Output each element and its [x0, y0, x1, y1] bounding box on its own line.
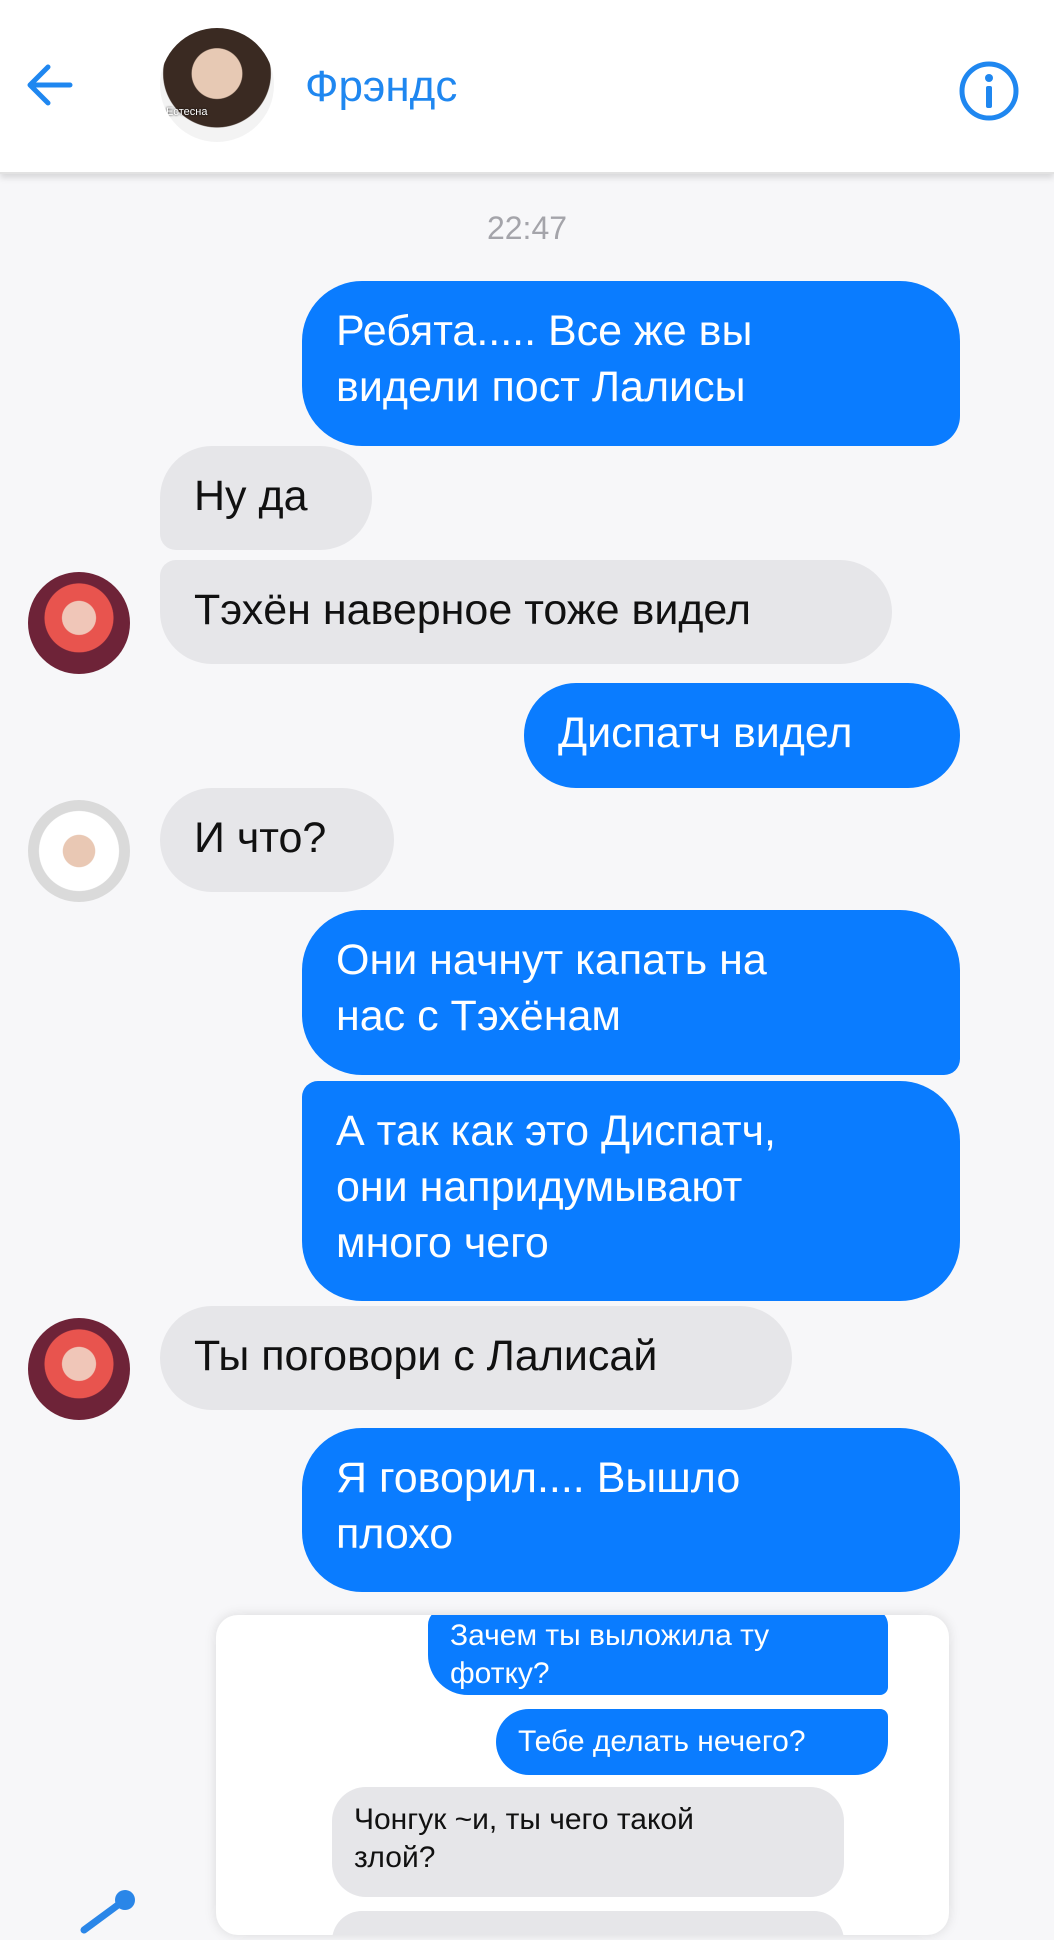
message-bubble-outgoing[interactable]: Диспатч видел [524, 683, 960, 788]
message-line: видели пост Лалисы [336, 363, 746, 411]
message-line: Тэхён наверное тоже видел [194, 586, 752, 634]
message-line: много чего [336, 1219, 549, 1267]
message-bubble-outgoing[interactable]: Я говорил.... Вышло плохо [302, 1428, 960, 1592]
embedded-message-line: злой? [354, 1841, 436, 1874]
embedded-message-line: Зачем ты выложила ту [450, 1619, 770, 1652]
message-line: Диспатч видел [558, 709, 853, 757]
message-line: И что? [194, 814, 327, 862]
embedded-message-line: Тебе делать нечего? [518, 1725, 806, 1758]
embedded-message-line: фотку? [450, 1657, 550, 1690]
embedded-screenshot-image[interactable]: Зачем ты выложила ту фотку? Тебе делать … [216, 1615, 949, 1935]
message-line: они напридумывают [336, 1163, 743, 1211]
chat-header: Естесна Фрэндс [0, 0, 1054, 174]
sender-avatar[interactable] [28, 572, 130, 674]
message-line: нас с Тэхёнам [336, 992, 621, 1040]
share-icon[interactable] [70, 1880, 150, 1940]
sender-avatar[interactable] [28, 1318, 130, 1420]
back-arrow-icon[interactable] [20, 55, 80, 115]
message-line: плохо [336, 1510, 454, 1558]
group-avatar[interactable]: Естесна [160, 28, 274, 142]
message-bubble-incoming[interactable]: Ты поговори с Лалисай [160, 1306, 792, 1410]
message-line: Ребята..... Все же вы [336, 307, 753, 355]
embedded-message-incoming: Чонгук ~и, ты чего такой злой? [332, 1787, 844, 1897]
embedded-message-outgoing: Зачем ты выложила ту фотку? [428, 1615, 888, 1695]
embedded-message-incoming-partial [332, 1911, 844, 1935]
message-bubble-outgoing[interactable]: А так как это Диспатч, они напридумывают… [302, 1081, 960, 1301]
message-line: Ну да [194, 472, 308, 520]
message-line: Они начнут капать на [336, 936, 767, 984]
message-timestamp: 22:47 [486, 210, 568, 246]
message-bubble-outgoing[interactable]: Они начнут капать на нас с Тэхёнам [302, 910, 960, 1075]
embedded-message-outgoing: Тебе делать нечего? [496, 1709, 888, 1775]
sender-avatar[interactable] [28, 800, 130, 902]
message-bubble-outgoing[interactable]: Ребята..... Все же вы видели пост Лалисы [302, 281, 960, 446]
message-bubble-incoming[interactable]: Тэхён наверное тоже видел [160, 560, 892, 664]
info-icon[interactable] [958, 60, 1020, 122]
message-bubble-incoming[interactable]: Ну да [160, 446, 372, 550]
message-line: Ты поговори с Лалисай [194, 1332, 658, 1380]
message-line: Я говорил.... Вышло [336, 1454, 741, 1502]
message-line: А так как это Диспатч, [336, 1107, 776, 1155]
message-bubble-incoming[interactable]: И что? [160, 788, 394, 892]
avatar-caption: Естесна [166, 106, 208, 118]
embedded-message-line: Чонгук ~и, ты чего такой [354, 1803, 694, 1836]
chat-title[interactable]: Фрэндс [305, 62, 457, 112]
